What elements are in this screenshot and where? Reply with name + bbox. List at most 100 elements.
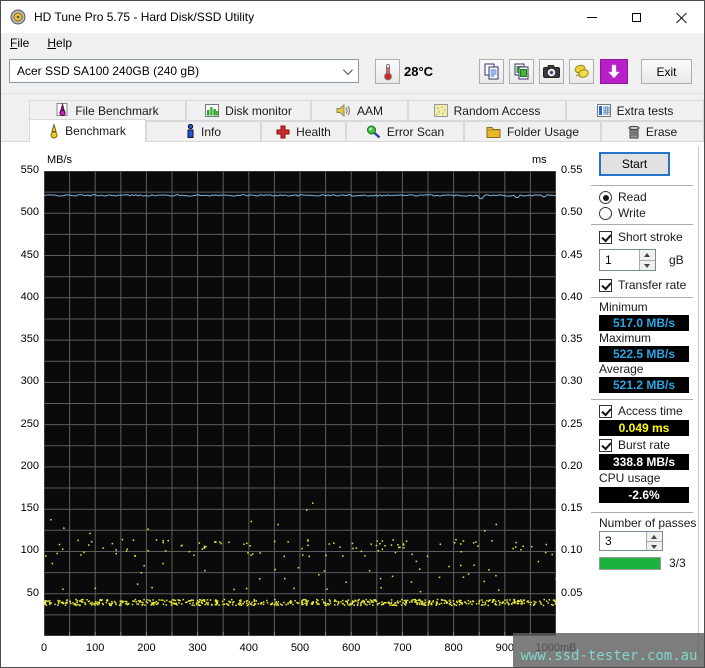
access-time-label: Access time: [618, 404, 683, 418]
copy-image-button[interactable]: [509, 59, 534, 84]
stepper-down-icon[interactable]: [647, 541, 662, 550]
y-right-tick: 0.05: [561, 587, 583, 599]
drive-selector-value: Acer SSD SA100 240GB (240 gB): [17, 64, 200, 78]
divider: [591, 512, 693, 513]
short-stroke-size-stepper[interactable]: 1: [599, 249, 656, 271]
y-right-unit: ms: [532, 154, 547, 166]
info-icon: [186, 124, 195, 139]
tab-label: Benchmark: [65, 124, 126, 138]
y-left-tick: 200: [20, 460, 39, 472]
menu-bar: File Help: [1, 33, 704, 53]
minimum-label: Minimum: [599, 300, 648, 314]
access-time-value: 0.049 ms: [599, 420, 689, 436]
y-right-tick: 0.10: [561, 544, 583, 556]
chart-grid-icon: [596, 104, 611, 117]
minimize-button[interactable]: [569, 1, 614, 33]
chevron-down-icon: [342, 65, 353, 76]
tab-extra-tests[interactable]: Extra tests: [566, 100, 704, 121]
passes-label: Number of passes: [599, 516, 697, 530]
write-radio[interactable]: [599, 207, 612, 220]
y-left-unit: MB/s: [47, 154, 73, 166]
y-left-tick: 550: [20, 164, 39, 176]
window-title: HD Tune Pro 5.75 - Hard Disk/SSD Utility: [34, 10, 255, 24]
passes-value: 3: [605, 534, 612, 548]
y-right-tick: 0.20: [561, 460, 583, 472]
download-button[interactable]: [600, 59, 628, 84]
divider: [591, 399, 693, 400]
camera-icon: [543, 65, 560, 78]
y-left-tick: 350: [20, 333, 39, 345]
minimum-value: 517.0 MB/s: [599, 315, 689, 331]
exclaim-magenta-icon: [56, 103, 69, 118]
tab-error-scan[interactable]: Error Scan: [346, 121, 464, 142]
tab-label: Health: [296, 124, 331, 139]
close-icon: [676, 12, 687, 23]
benchmark-chart: [44, 171, 556, 636]
watermark: www.ssd-tester.com.au: [513, 633, 704, 667]
divider: [591, 185, 693, 186]
screenshot-button[interactable]: [539, 59, 564, 84]
copy-icon: [484, 63, 499, 80]
menu-item-help[interactable]: Help: [38, 34, 81, 52]
menu-item-file[interactable]: File: [1, 34, 38, 52]
stepper-up-icon[interactable]: [647, 532, 662, 542]
tab-label: Folder Usage: [506, 124, 580, 139]
y-left-tick: 250: [20, 418, 39, 430]
burst-rate-checkbox[interactable]: [599, 439, 612, 452]
copy-image-icon: [514, 63, 529, 80]
panel-right-separator: [698, 146, 699, 656]
passes-progress-text: 3/3: [669, 556, 686, 570]
pro-feature-button[interactable]: [569, 59, 594, 84]
tab-file-benchmark[interactable]: File Benchmark: [29, 100, 186, 121]
transfer-rate-checkbox[interactable]: [599, 279, 612, 292]
tab-label: Random Access: [453, 103, 541, 118]
tab-label: File Benchmark: [75, 103, 159, 118]
exclaim-yellow-icon: [49, 123, 59, 139]
y-left-tick: 450: [20, 249, 39, 261]
copy-text-button[interactable]: [479, 59, 504, 84]
stepper-up-icon[interactable]: [640, 250, 655, 261]
progress-fill: [600, 558, 660, 569]
temperature-value: 28°C: [404, 64, 434, 79]
temperature-button[interactable]: [375, 59, 400, 84]
y-right-tick: 0.35: [561, 333, 583, 345]
tab-label: AAM: [356, 103, 383, 118]
passes-stepper[interactable]: 3: [599, 531, 663, 551]
y-right-tick: 0.45: [561, 249, 583, 261]
y-right-tick: 0.15: [561, 502, 583, 514]
exit-button[interactable]: Exit: [641, 59, 692, 84]
start-button[interactable]: Start: [599, 152, 670, 176]
short-stroke-size-value: 1: [605, 253, 612, 267]
down-arrow-icon: [607, 64, 621, 79]
magnifier-icon: [366, 125, 381, 139]
y-right-tick: 0.40: [561, 291, 583, 303]
minimize-icon: [586, 16, 597, 18]
y-right-tick: 0.55: [561, 164, 583, 176]
maximize-button[interactable]: [614, 1, 659, 33]
app-icon: [10, 9, 26, 25]
tab-disk-monitor[interactable]: Disk monitor: [186, 100, 311, 121]
short-stroke-checkbox[interactable]: [599, 231, 612, 244]
dots-icon: [433, 104, 448, 117]
tab-info[interactable]: Info: [146, 121, 261, 142]
tab-aam[interactable]: AAM: [311, 100, 408, 121]
tab-health[interactable]: Health: [261, 121, 346, 142]
close-button[interactable]: [659, 1, 704, 33]
drive-selector[interactable]: Acer SSD SA100 240GB (240 gB): [9, 59, 359, 83]
read-radio[interactable]: [599, 191, 612, 204]
tab-random-access[interactable]: Random Access: [408, 100, 566, 121]
short-stroke-unit: gB: [669, 253, 684, 267]
y-left-tick: 150: [20, 502, 39, 514]
tab-erase[interactable]: Erase: [601, 121, 704, 142]
tab-label: Info: [200, 124, 221, 139]
y-left-tick: 100: [20, 544, 39, 556]
tab-strip-top: File Benchmark Disk monitor AAM Random Acce…: [1, 100, 704, 121]
stepper-down-icon[interactable]: [640, 260, 655, 270]
thermometer-icon: [383, 63, 392, 80]
tab-folder-usage[interactable]: Folder Usage: [464, 121, 601, 142]
y-left-tick: 500: [20, 206, 39, 218]
access-time-checkbox[interactable]: [599, 405, 612, 418]
tab-benchmark[interactable]: Benchmark: [29, 119, 146, 142]
tab-label: Disk monitor: [225, 103, 292, 118]
average-label: Average: [599, 362, 644, 376]
